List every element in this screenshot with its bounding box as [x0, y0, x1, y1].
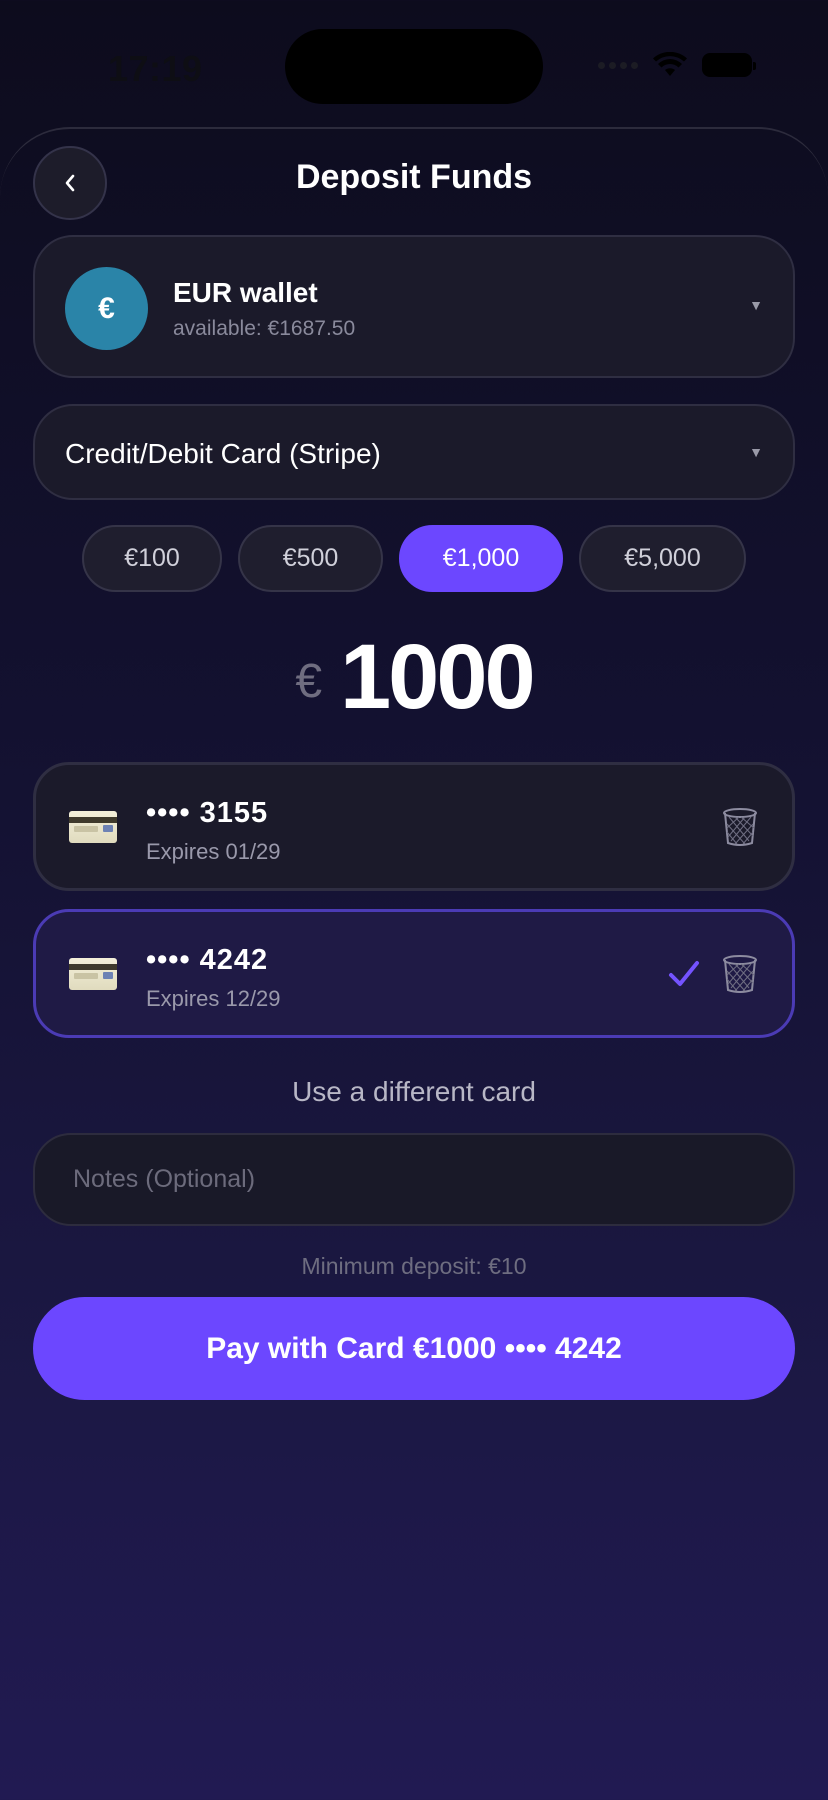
page-title: Deposit Funds — [295, 158, 533, 196]
preset-amount-5000[interactable]: €5,000 — [579, 525, 746, 592]
signal-icon — [598, 61, 638, 69]
card-expiry: Expires 01/29 — [146, 839, 281, 864]
wallet-selector[interactable]: € EUR wallet available: €1687.50 ▼ — [33, 235, 795, 378]
card-expiry: Expires 12/29 — [146, 986, 281, 1011]
trash-icon[interactable] — [722, 808, 758, 846]
caret-down-icon: ▼ — [749, 297, 763, 313]
amount-value: 1000 — [340, 626, 536, 728]
preset-amount-100[interactable]: €100 — [82, 525, 222, 592]
wifi-icon — [652, 52, 688, 78]
wallet-available-balance: available: €1687.50 — [173, 317, 356, 340]
dynamic-island — [285, 29, 543, 104]
caret-down-icon: ▼ — [749, 444, 763, 460]
saved-card-4242[interactable]: •••• 4242 Expires 12/29 — [33, 909, 795, 1038]
amount-currency-symbol: € — [295, 655, 323, 708]
wallet-name: EUR wallet — [173, 277, 318, 308]
preset-amount-500[interactable]: €500 — [238, 525, 383, 592]
amount-display[interactable]: € 1000 — [0, 625, 828, 730]
minimum-deposit-note: Minimum deposit: €10 — [301, 1253, 527, 1279]
card-number: •••• 3155 — [146, 797, 269, 829]
payment-method-selector[interactable]: Credit/Debit Card (Stripe) ▼ — [33, 404, 795, 500]
use-different-card-link[interactable]: Use a different card — [0, 1076, 828, 1108]
check-icon — [669, 961, 699, 986]
preset-amount-1000[interactable]: €1,000 — [399, 525, 563, 592]
battery-icon — [702, 53, 756, 77]
trash-icon[interactable] — [722, 955, 758, 993]
saved-card-3155[interactable]: •••• 3155 Expires 01/29 — [33, 762, 795, 891]
credit-card-icon — [69, 958, 117, 990]
status-bar: 17:19 — [0, 0, 828, 120]
pay-button[interactable]: Pay with Card €1000 •••• 4242 — [33, 1297, 795, 1400]
status-indicators — [598, 52, 756, 78]
card-number: •••• 4242 — [146, 944, 269, 976]
payment-method-label: Credit/Debit Card (Stripe) — [65, 438, 381, 469]
notes-input[interactable] — [33, 1133, 795, 1226]
credit-card-icon — [69, 811, 117, 843]
status-time: 17:19 — [108, 48, 203, 89]
wallet-currency-icon: € — [65, 267, 148, 350]
